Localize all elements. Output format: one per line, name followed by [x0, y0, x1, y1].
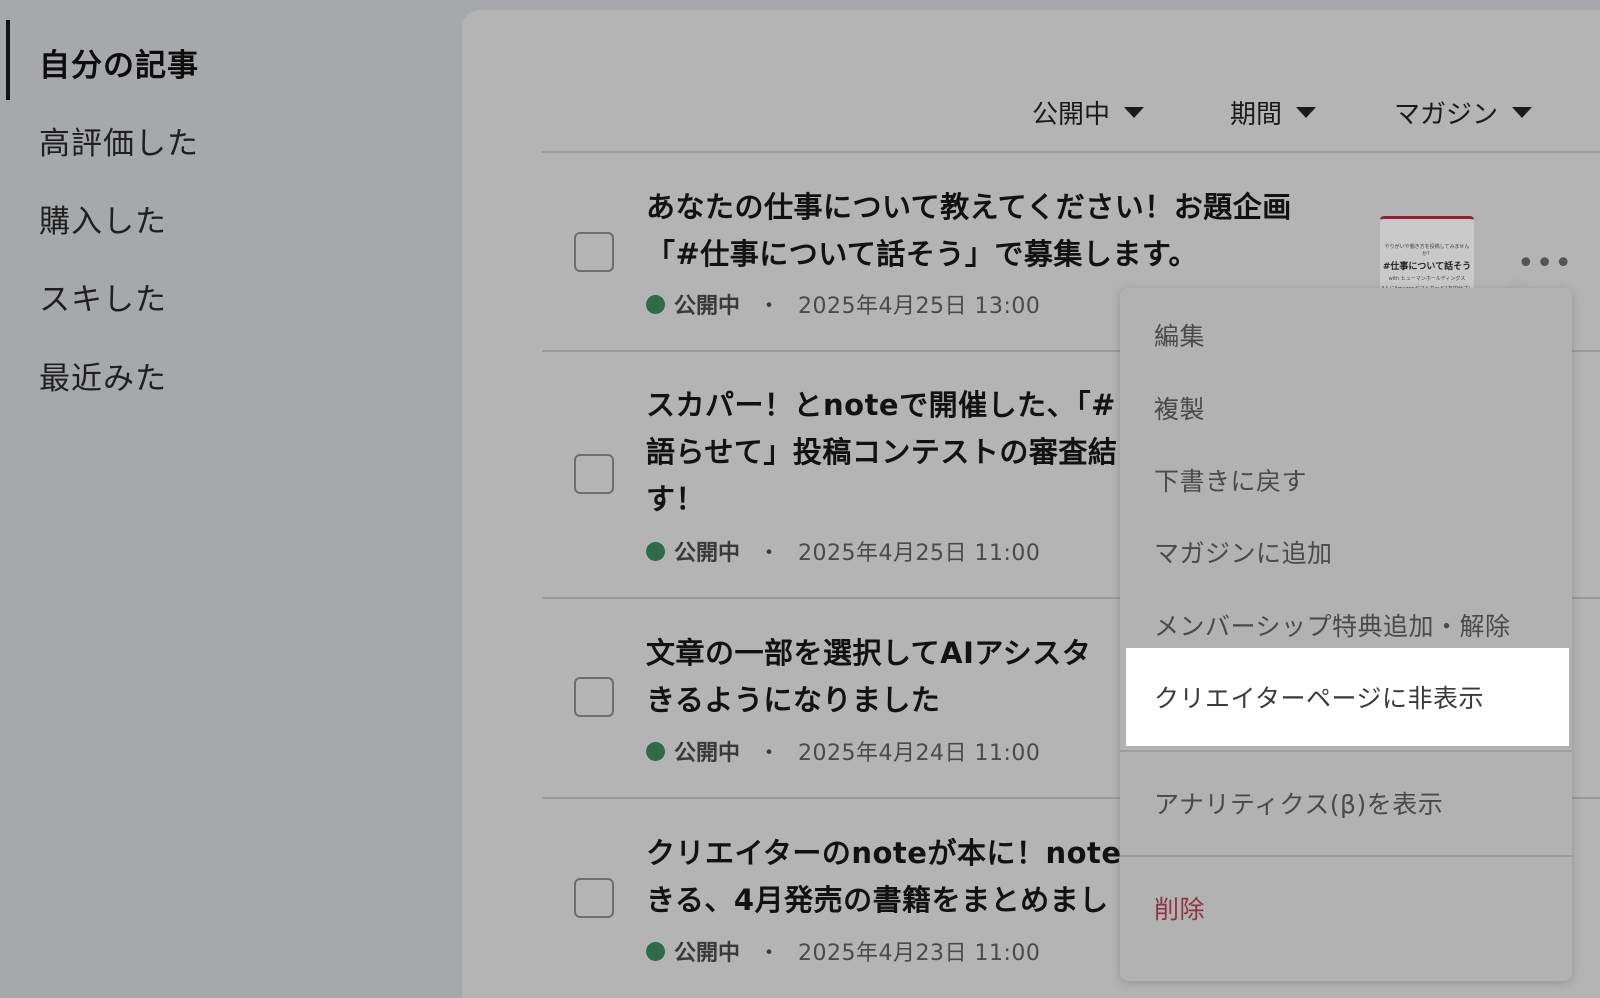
sidebar-item-liked[interactable]: 高評価した: [39, 118, 199, 163]
period-filter-label: 期間: [1230, 100, 1283, 130]
sidebar-item-suki[interactable]: スキした: [39, 274, 167, 319]
magazine-filter-label: マガジン: [1394, 100, 1499, 130]
menu-item-edit[interactable]: 編集: [1120, 298, 1572, 372]
article-checkbox[interactable]: [574, 878, 614, 918]
article-title[interactable]: あなたの仕事について教えてください！お題企画 「#仕事について話そう」で募集しま…: [646, 184, 1336, 278]
menu-pointer: [1504, 275, 1532, 289]
menu-item-duplicate[interactable]: 複製: [1120, 371, 1572, 445]
menu-divider: [1120, 750, 1572, 752]
article-meta: 公開中 ・ 2025年4月25日 11:00: [646, 535, 1040, 567]
article-context-menu: 編集 複製 下書きに戻す マガジンに追加 メンバーシップ特典追加・解除 クリエイ…: [1120, 288, 1572, 981]
caret-down-icon: [1512, 107, 1533, 118]
article-meta: 公開中 ・ 2025年4月25日 13:00: [646, 288, 1040, 320]
caret-down-icon: [1296, 107, 1317, 118]
magazine-filter-dropdown[interactable]: マガジン: [1394, 94, 1533, 131]
menu-divider: [1120, 855, 1572, 857]
period-filter-dropdown[interactable]: 期間: [1230, 94, 1317, 131]
status-label: 公開中: [674, 941, 741, 966]
separator: ・: [758, 541, 781, 566]
article-date: 2025年4月25日 13:00: [798, 294, 1041, 319]
status-dot-icon: [646, 294, 665, 314]
article-title-line: あなたの仕事について教えてください！お題企画: [646, 190, 1292, 224]
status-filter-label: 公開中: [1032, 100, 1111, 130]
article-meta: 公開中 ・ 2025年4月23日 11:00: [646, 935, 1040, 967]
article-meta: 公開中 ・ 2025年4月24日 11:00: [646, 735, 1040, 767]
sidebar-item-purchased[interactable]: 購入した: [39, 196, 167, 241]
thumbnail-text: やりがいや働き方を投稿してみませんか？: [1384, 244, 1470, 257]
thumbnail-title: #仕事について話そう: [1382, 262, 1472, 272]
caret-down-icon: [1124, 107, 1145, 118]
divider: [542, 151, 1600, 153]
article-checkbox[interactable]: [574, 232, 614, 272]
status-dot-icon: [646, 941, 665, 961]
article-title-line: 「#仕事について話そう」で募集します。: [646, 237, 1199, 271]
thumbnail-text: with ヒューマンホールディングス: [1388, 276, 1466, 282]
status-label: 公開中: [674, 541, 741, 566]
status-label: 公開中: [674, 741, 741, 766]
menu-item-analytics[interactable]: アナリティクス(β)を表示: [1120, 766, 1572, 840]
separator: ・: [758, 941, 781, 966]
article-checkbox[interactable]: [574, 677, 614, 717]
status-dot-icon: [646, 741, 665, 761]
sidebar-item-recently-viewed[interactable]: 最近みた: [39, 353, 167, 398]
menu-item-delete[interactable]: 削除: [1120, 871, 1572, 945]
sidebar: 自分の記事 高評価した 購入した スキした 最近みた: [0, 0, 460, 998]
article-date: 2025年4月23日 11:00: [798, 941, 1041, 966]
article-date: 2025年4月25日 11:00: [798, 541, 1041, 566]
menu-item-revert-draft[interactable]: 下書きに戻す: [1120, 443, 1572, 517]
menu-item-hide-from-creator-page[interactable]: クリエイターページに非表示: [1126, 648, 1569, 746]
article-thumbnail[interactable]: やりがいや働き方を投稿してみませんか？ #仕事について話そう with ヒューマ…: [1380, 216, 1474, 296]
status-label: 公開中: [674, 294, 741, 319]
menu-item-add-to-magazine[interactable]: マガジンに追加: [1120, 515, 1572, 589]
active-indicator: [6, 20, 10, 100]
separator: ・: [758, 741, 781, 766]
sidebar-item-my-articles[interactable]: 自分の記事: [39, 40, 199, 85]
article-checkbox[interactable]: [574, 454, 614, 494]
separator: ・: [758, 294, 781, 319]
status-filter-dropdown[interactable]: 公開中: [1032, 94, 1145, 131]
status-dot-icon: [646, 541, 665, 561]
article-date: 2025年4月24日 11:00: [798, 741, 1041, 766]
